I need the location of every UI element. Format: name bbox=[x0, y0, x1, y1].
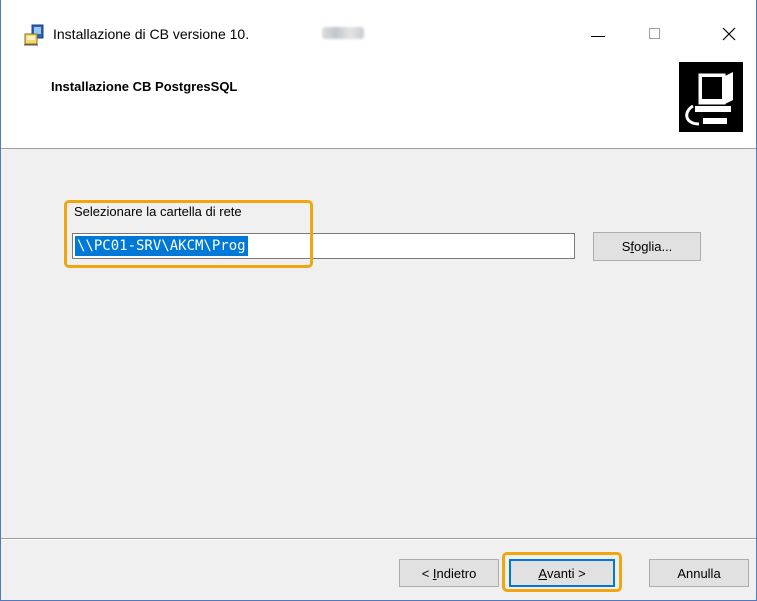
browse-button[interactable]: Sf oglia... bbox=[593, 232, 701, 261]
minimize-icon bbox=[591, 36, 605, 37]
window-title: Installazione di CB versione 10. bbox=[53, 26, 250, 42]
wizard-header: Installazione CB PostgresSQL bbox=[1, 46, 756, 149]
close-icon bbox=[722, 27, 736, 41]
next-button[interactable]: Avanti > bbox=[509, 559, 615, 587]
minimize-button[interactable] bbox=[571, 0, 627, 46]
maximize-icon bbox=[649, 28, 660, 39]
browse-label-prefix: S bbox=[621, 239, 631, 254]
network-folder-label: Selezionare la cartella di rete bbox=[74, 204, 242, 219]
back-label-suffix: ndietro bbox=[436, 565, 477, 581]
redacted-version-number bbox=[322, 27, 364, 39]
computer-setup-icon bbox=[679, 62, 743, 132]
title-bar[interactable]: Installazione di CB versione 10. bbox=[1, 0, 756, 46]
selected-path-text: \\PC01-SRV\AKCM\Prog bbox=[75, 236, 248, 256]
next-label-suffix: vanti > bbox=[547, 565, 586, 581]
close-button[interactable] bbox=[701, 0, 757, 46]
back-button[interactable]: < Indietro bbox=[399, 559, 499, 587]
maximize-button[interactable] bbox=[627, 0, 683, 46]
next-label-accesskey: A bbox=[538, 565, 547, 581]
network-folder-input[interactable]: \\PC01-SRV\AKCM\Prog bbox=[72, 233, 575, 259]
page-title: Installazione CB PostgresSQL bbox=[51, 79, 238, 94]
cancel-label: Annulla bbox=[677, 565, 721, 581]
cancel-button[interactable]: Annulla bbox=[649, 559, 749, 587]
installer-window: Installazione di CB versione 10. Install… bbox=[0, 0, 757, 601]
installer-app-icon bbox=[23, 24, 45, 46]
back-label-prefix: < bbox=[421, 565, 433, 581]
browse-label-suffix: oglia... bbox=[633, 239, 673, 254]
footer-divider-light bbox=[1, 539, 756, 540]
wizard-content: Selezionare la cartella di rete bbox=[1, 150, 756, 538]
